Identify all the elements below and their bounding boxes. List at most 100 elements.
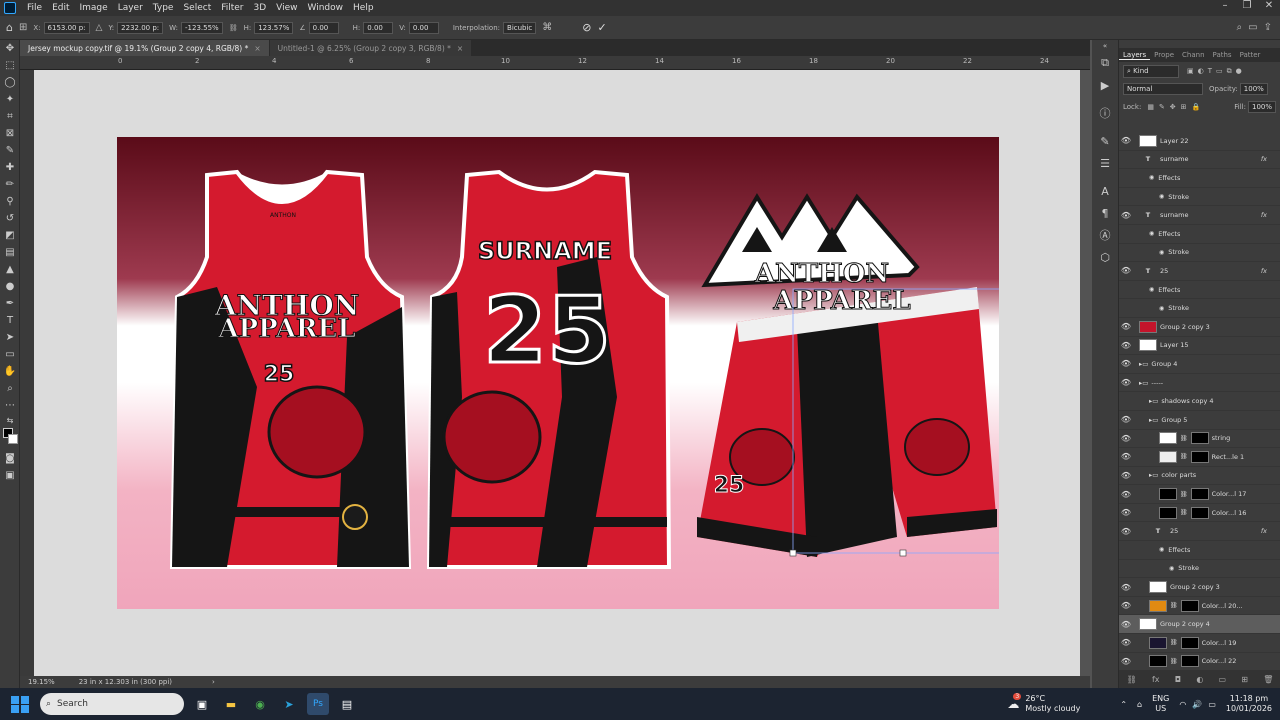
fill-input[interactable]: 100%: [1247, 101, 1276, 113]
photoshop-taskbar-icon[interactable]: Ps: [307, 693, 329, 715]
restore-icon[interactable]: ❐: [1236, 0, 1258, 11]
x-input[interactable]: 6153.00 p:: [43, 21, 90, 34]
folder-icon[interactable]: ▸▭: [1139, 360, 1148, 368]
layer-mask-thumbnail[interactable]: [1190, 488, 1209, 501]
menu-window[interactable]: Window: [303, 3, 349, 13]
x-field[interactable]: X: 6153.00 p:: [33, 21, 90, 34]
layer-row[interactable]: 👁 ⛓ Color...l 19: [1119, 634, 1280, 653]
canvas-area[interactable]: ANTHON ANTHON APPAREL 25 SURNAME 25 ANTH…: [34, 70, 1080, 676]
app-icon[interactable]: ▤: [336, 693, 358, 715]
pen-tool-icon[interactable]: ✒: [0, 295, 20, 312]
actions-icon[interactable]: ▶: [1092, 74, 1118, 96]
close-icon[interactable]: ✕: [1258, 0, 1280, 11]
lock-icons[interactable]: ▦✎✥⊞🔒: [1147, 103, 1205, 111]
effect-visibility-icon[interactable]: ◉: [1159, 249, 1164, 256]
effect-visibility-icon[interactable]: ◉: [1149, 230, 1154, 237]
color-swatches[interactable]: [0, 426, 20, 450]
visibility-eye-icon[interactable]: 👁: [1119, 490, 1133, 499]
stamp-tool-icon[interactable]: ⚲: [0, 193, 20, 210]
layer-mask-thumbnail[interactable]: [1180, 636, 1199, 649]
angle-input[interactable]: 0.00: [308, 21, 339, 34]
3d-icon[interactable]: ⬡: [1092, 246, 1118, 268]
close-icon[interactable]: ×: [457, 44, 463, 53]
artboard[interactable]: ANTHON ANTHON APPAREL 25 SURNAME 25 ANTH…: [117, 137, 1017, 609]
brushes-icon[interactable]: ✎: [1092, 130, 1118, 152]
battery-icon[interactable]: ▭: [1208, 700, 1216, 709]
layer-row[interactable]: 👁 ⛓ Rect...le 1: [1119, 448, 1280, 467]
network-icon[interactable]: ⌂: [1137, 700, 1142, 709]
layer-mask-thumbnail[interactable]: [1180, 599, 1199, 612]
fx-icon[interactable]: fx: [1261, 267, 1267, 275]
mask-link-icon[interactable]: ⛓: [1180, 435, 1188, 442]
h-input[interactable]: 123.57%: [254, 21, 294, 34]
y-field[interactable]: Y: 2232.00 p:: [108, 21, 164, 34]
zoom-level[interactable]: 19.15%: [28, 678, 55, 686]
quick-mask-icon[interactable]: ◙: [0, 450, 20, 467]
background-color[interactable]: [8, 434, 18, 444]
healing-tool-icon[interactable]: ✚: [0, 159, 20, 176]
w-field[interactable]: W: -123.55%: [169, 21, 223, 34]
zoom-tool-icon[interactable]: ⌕: [0, 380, 20, 397]
mask-link-icon[interactable]: ⛓: [1170, 639, 1178, 646]
transform-handle[interactable]: [789, 549, 797, 557]
file-explorer-icon[interactable]: ▬: [220, 693, 242, 715]
history-brush-icon[interactable]: ↺: [0, 210, 20, 227]
mask-link-icon[interactable]: ⛓: [1170, 658, 1178, 665]
tab-paths[interactable]: Paths: [1209, 51, 1236, 59]
tab-properties[interactable]: Prope: [1150, 51, 1178, 59]
weather-icon[interactable]: ☁ 3: [1007, 693, 1022, 711]
trash-icon[interactable]: 🗑: [1263, 675, 1273, 684]
layer-row[interactable]: ◉ Effects: [1119, 225, 1280, 244]
chrome-icon[interactable]: ◉: [249, 693, 271, 715]
layer-mask-thumbnail[interactable]: [1180, 655, 1199, 668]
layer-row[interactable]: 👁 ▸▭ -----: [1119, 374, 1280, 393]
layer-row[interactable]: 👁 ⛓ Color...l 17: [1119, 485, 1280, 504]
layer-row[interactable]: 👁 Group 2 copy 4: [1119, 615, 1280, 635]
adjustments-icon[interactable]: ☰: [1092, 152, 1118, 174]
layer-row[interactable]: 👁 T 25 fx: [1119, 522, 1280, 542]
opacity-input[interactable]: 100%: [1239, 83, 1268, 95]
effect-visibility-icon[interactable]: ◉: [1159, 193, 1164, 200]
menu-filter[interactable]: Filter: [216, 3, 248, 13]
menu-file[interactable]: File: [22, 3, 47, 13]
visibility-eye-icon[interactable]: 👁: [1119, 359, 1133, 368]
layer-mask-thumbnail[interactable]: [1190, 432, 1209, 445]
delta-icon[interactable]: △: [96, 23, 103, 33]
kind-filter[interactable]: ⌕ Kind: [1123, 64, 1179, 78]
type-tool-icon[interactable]: T: [0, 312, 20, 329]
character-icon[interactable]: A: [1092, 180, 1118, 202]
glyphs-icon[interactable]: Ⓐ: [1092, 224, 1118, 246]
visibility-eye-icon[interactable]: 👁: [1119, 638, 1133, 647]
menu-type[interactable]: Type: [148, 3, 179, 13]
workspace-icon[interactable]: ▭: [1248, 22, 1257, 33]
reference-point-icon[interactable]: ⊞: [19, 22, 27, 33]
layer-row[interactable]: 👁 ▸▭ color parts: [1119, 467, 1280, 486]
hskew-field[interactable]: H: 0.00: [353, 21, 394, 34]
visibility-eye-icon[interactable]: 👁: [1119, 211, 1133, 220]
folder-icon[interactable]: ▸▭: [1149, 471, 1158, 479]
weather-info[interactable]: 26°C Mostly cloudy: [1025, 694, 1080, 714]
layer-row[interactable]: 👁 Group 2 copy 3: [1119, 578, 1280, 597]
y-input[interactable]: 2232.00 p:: [117, 21, 164, 34]
fx-icon[interactable]: fx: [1261, 211, 1267, 219]
cancel-transform-icon[interactable]: ⊘: [582, 21, 591, 34]
paragraph-icon[interactable]: ¶: [1092, 202, 1118, 224]
commit-transform-icon[interactable]: ✓: [598, 21, 607, 34]
hand-tool-icon[interactable]: ✋: [0, 363, 20, 380]
layer-row[interactable]: ◉ Effects: [1119, 281, 1280, 300]
visibility-eye-icon[interactable]: 👁: [1119, 527, 1133, 536]
visibility-eye-icon[interactable]: 👁: [1119, 378, 1133, 387]
visibility-eye-icon[interactable]: 👁: [1119, 322, 1133, 331]
new-layer-icon[interactable]: ⊞: [1241, 675, 1248, 684]
menu-help[interactable]: Help: [348, 3, 379, 13]
layer-row[interactable]: 👁 Layer 15: [1119, 337, 1280, 356]
folder-icon[interactable]: ▸▭: [1149, 416, 1158, 424]
history-icon[interactable]: ⧉: [1092, 52, 1118, 74]
crop-tool-icon[interactable]: ⌗: [0, 108, 20, 125]
tab-channels[interactable]: Chann: [1178, 51, 1209, 59]
tab-untitled[interactable]: Untitled-1 @ 6.25% (Group 2 copy 3, RGB/…: [269, 40, 472, 56]
gradient-tool-icon[interactable]: ▤: [0, 244, 20, 261]
taskbar-search[interactable]: ⌕ Search: [40, 693, 184, 715]
blur-tool-icon[interactable]: ▲: [0, 261, 20, 278]
menu-image[interactable]: Image: [75, 3, 113, 13]
